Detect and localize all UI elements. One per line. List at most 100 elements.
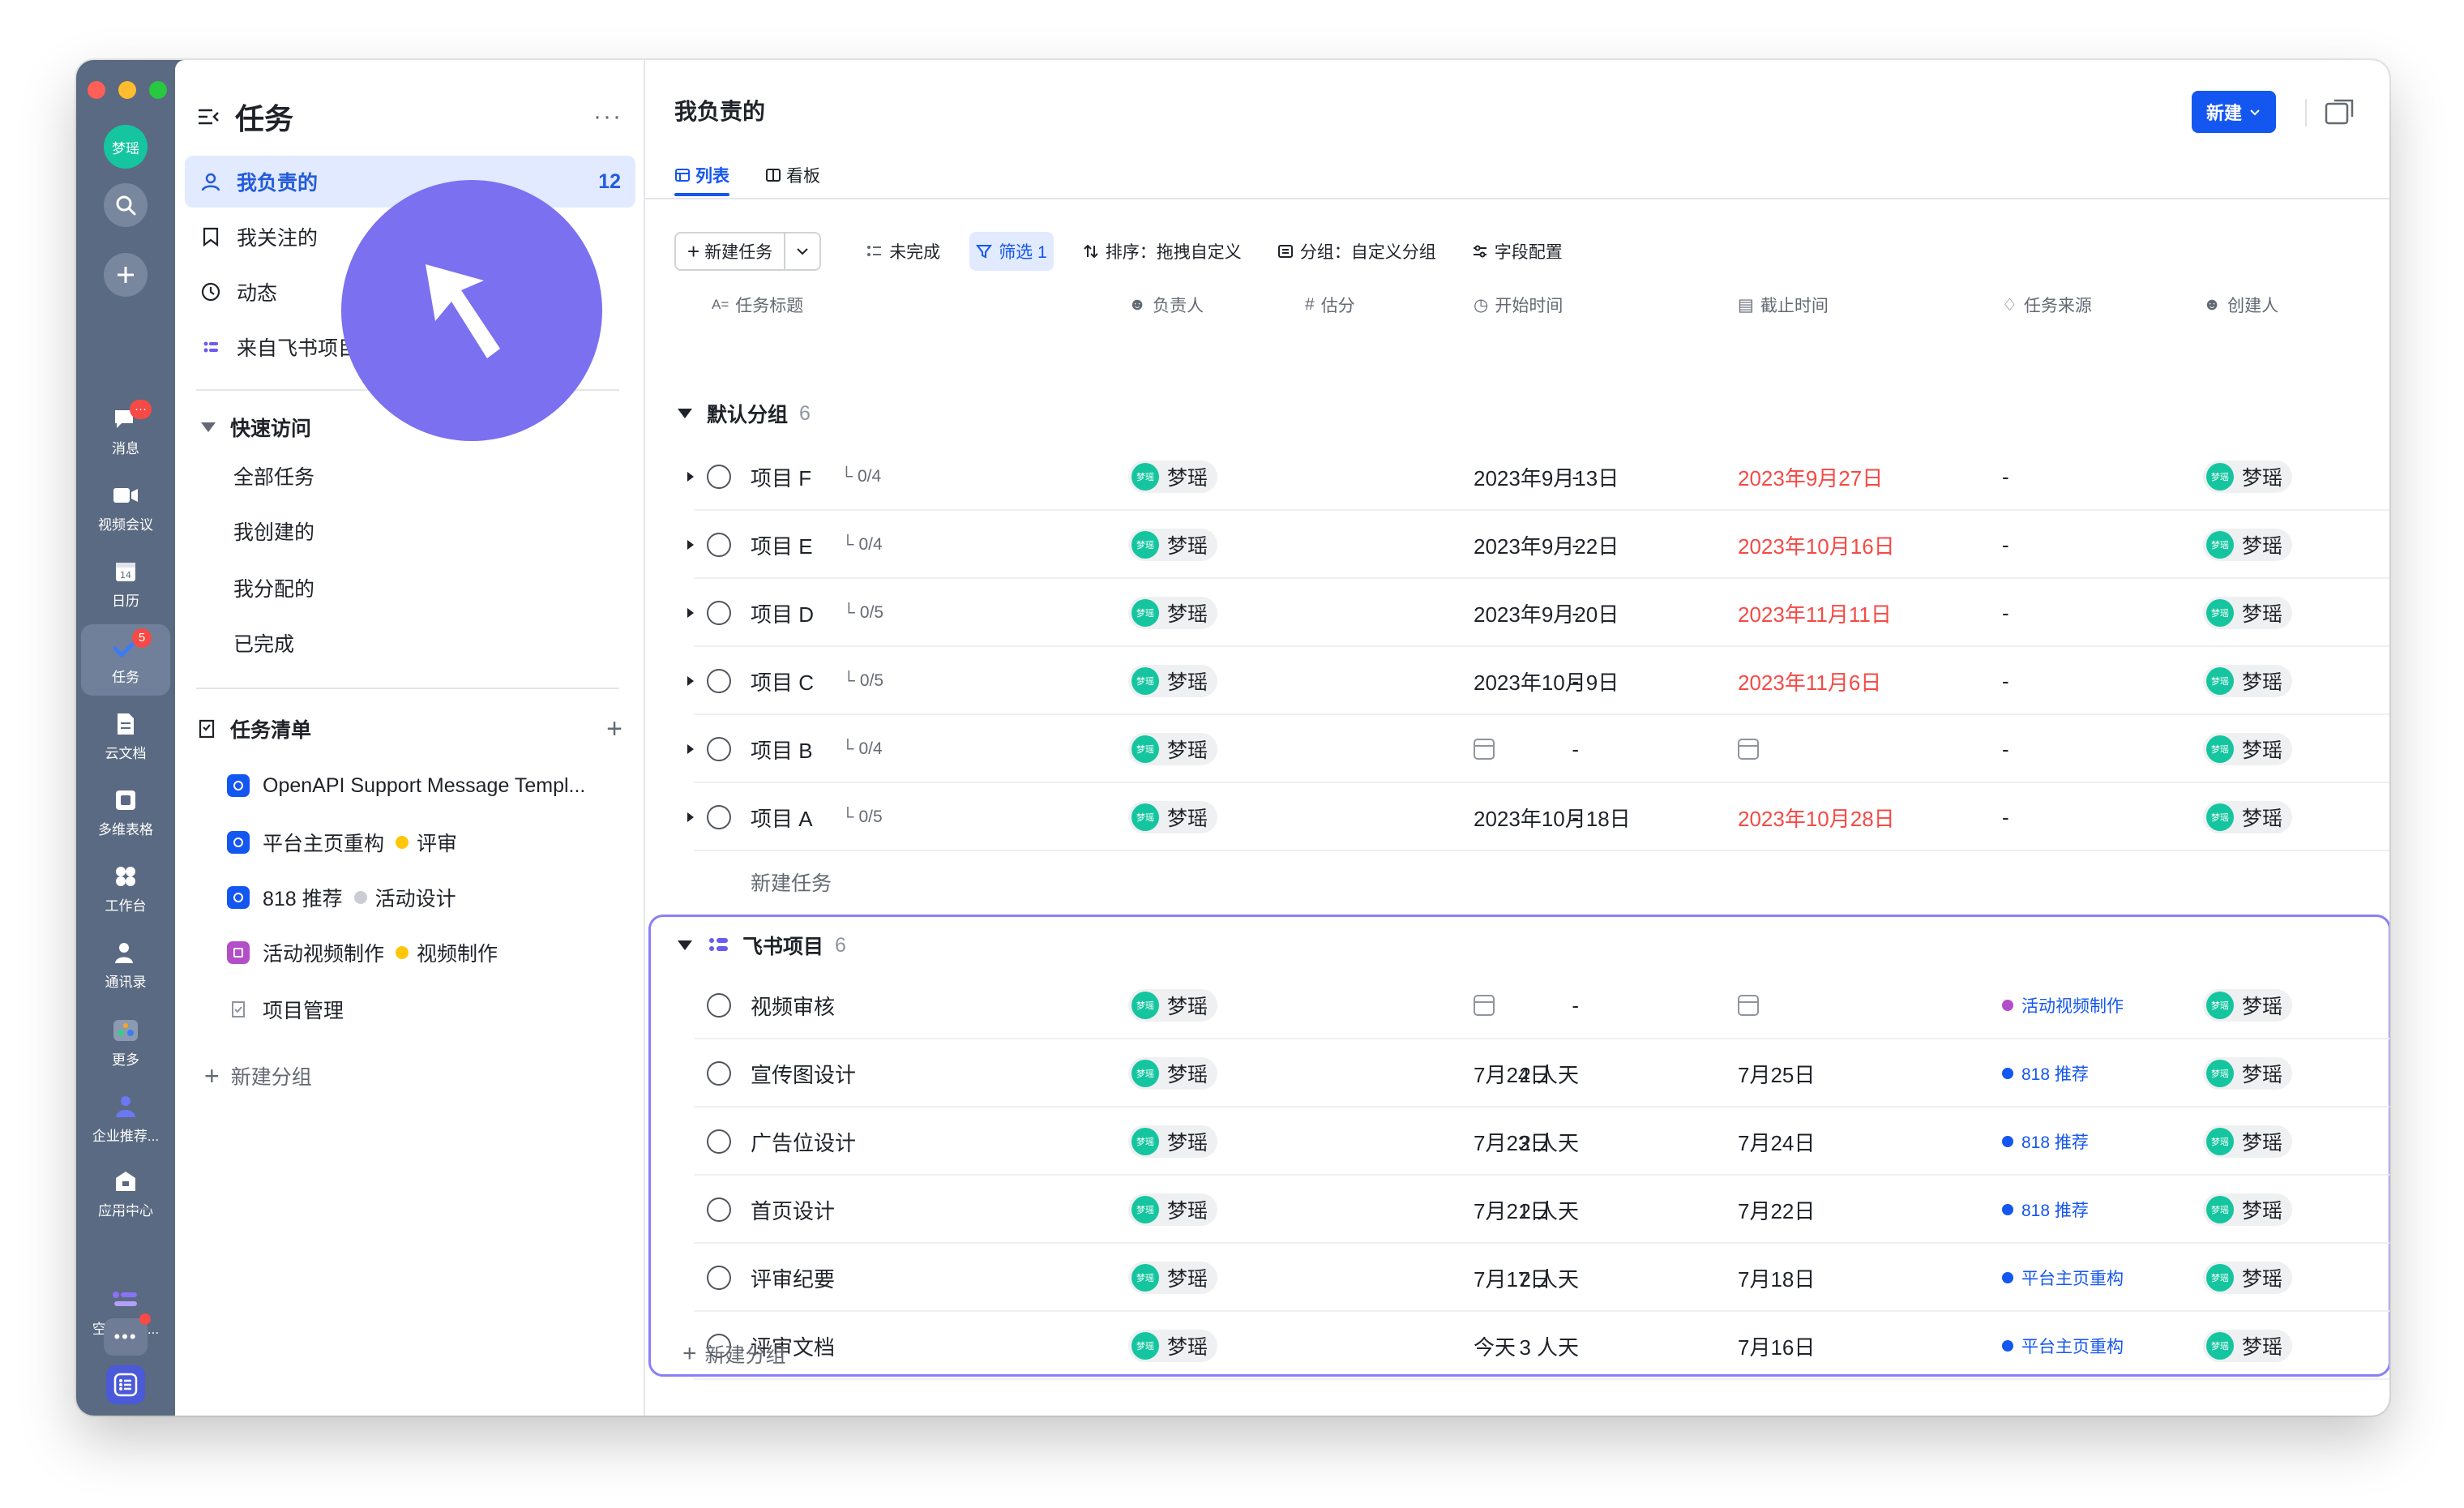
new-task-dropdown[interactable] [784, 233, 819, 269]
assignee-chip[interactable]: 梦瑶 梦瑶 [1128, 733, 1218, 765]
source-cell[interactable]: 活动视频制作 [2002, 971, 2124, 1039]
start-date-cell[interactable]: 2023年9月20日 [1474, 579, 1619, 647]
rail-item[interactable]: 企业推荐... [81, 1083, 170, 1155]
sort-button[interactable]: 排序：拖拽自定义 [1076, 232, 1248, 271]
new-task-button[interactable]: + 新建任务 [676, 233, 784, 269]
assignee-chip[interactable]: 梦瑶 梦瑶 [1128, 1262, 1218, 1294]
column-due[interactable]: ▤ 截止时间 [1738, 289, 1829, 321]
rail-item[interactable]: 工作台 [81, 853, 170, 924]
assignee-chip[interactable]: 梦瑶 梦瑶 [1128, 461, 1218, 493]
complete-checkbox[interactable] [707, 1176, 731, 1244]
due-date-cell[interactable] [1738, 715, 1759, 783]
fields-button[interactable]: 字段配置 [1465, 232, 1569, 271]
assignee-chip[interactable]: 梦瑶 梦瑶 [2203, 733, 2293, 765]
assignee-chip[interactable]: 梦瑶 梦瑶 [2203, 1330, 2293, 1362]
start-date-cell[interactable]: 2023年9月22日 [1474, 511, 1619, 579]
group-header-default[interactable]: 默认分组 6 [678, 391, 811, 436]
start-date-cell[interactable]: 2023年9月13日 [1474, 443, 1619, 511]
complete-checkbox[interactable] [707, 1039, 731, 1107]
new-group-button[interactable]: + 新建分组 [204, 1056, 627, 1096]
assignee-chip[interactable]: 梦瑶 梦瑶 [1128, 1057, 1218, 1090]
rail-item[interactable]: 5 任务 [81, 624, 170, 696]
column-assignee[interactable]: ☻ 负责人 [1128, 289, 1204, 321]
source-cell[interactable]: - [2002, 783, 2009, 851]
column-start[interactable]: ◷ 开始时间 [1474, 289, 1563, 321]
assignee-chip[interactable]: 梦瑶 梦瑶 [2203, 1193, 2293, 1226]
expand-caret[interactable] [687, 647, 694, 715]
assignee-chip[interactable]: 梦瑶 梦瑶 [2203, 1262, 2293, 1294]
start-date-cell[interactable]: 2023年10月18日 [1474, 783, 1631, 851]
task-title[interactable]: 项目 C └ 0/5 [751, 647, 883, 715]
expand-caret[interactable] [687, 579, 694, 647]
task-lists-header[interactable]: 任务清单 + [196, 709, 622, 749]
assignee-chip[interactable]: 梦瑶 梦瑶 [2203, 801, 2293, 833]
task-title[interactable]: 视频审核 [751, 971, 835, 1039]
expand-caret[interactable] [687, 783, 694, 851]
column-title[interactable]: A= 任务标题 [712, 289, 803, 321]
task-list-item[interactable]: OpenAPI Support Message Templ... [227, 765, 627, 806]
assignee-chip[interactable]: 梦瑶 梦瑶 [1128, 989, 1218, 1022]
rail-item[interactable]: 通讯录 [81, 929, 170, 1000]
task-list-item[interactable]: 项目管理 [227, 989, 627, 1030]
start-date-cell[interactable]: 今天 [1474, 1312, 1516, 1380]
source-cell[interactable]: 818 推荐 [2002, 1039, 2089, 1107]
assignee-chip[interactable]: 梦瑶 梦瑶 [1128, 1330, 1218, 1362]
complete-checkbox[interactable] [707, 715, 731, 783]
complete-checkbox[interactable] [707, 443, 731, 511]
source-cell[interactable]: 818 推荐 [2002, 1107, 2089, 1176]
search-button[interactable] [104, 183, 148, 227]
open-in-window-icon[interactable] [2323, 96, 2357, 128]
estimate-cell[interactable]: 3 人天 [1313, 1312, 1579, 1380]
task-title[interactable]: 项目 F └ 0/4 [751, 443, 881, 511]
due-date-cell[interactable]: 7月16日 [1738, 1312, 1815, 1380]
expand-caret[interactable] [687, 443, 694, 511]
tab-kanban[interactable]: 看板 [765, 157, 820, 193]
task-app-button[interactable] [106, 1365, 145, 1404]
source-cell[interactable]: - [2002, 443, 2009, 511]
assignee-chip[interactable]: 梦瑶 梦瑶 [1128, 1193, 1218, 1226]
start-date-cell[interactable] [1474, 971, 1495, 1039]
task-title[interactable]: 首页设计 [751, 1176, 835, 1244]
table-row[interactable]: 项目 D└0/5梦瑶梦瑶-2023年9月20日2023年11月11日-梦瑶梦瑶7 [645, 579, 2389, 647]
due-date-cell[interactable]: 7月22日 [1738, 1176, 1815, 1244]
add-task-row[interactable]: 新建任务 [751, 868, 832, 897]
start-date-cell[interactable] [1474, 715, 1495, 783]
start-date-cell[interactable]: 7月21日 [1474, 1176, 1551, 1244]
start-date-cell[interactable]: 2023年10月9日 [1474, 647, 1619, 715]
task-list-item[interactable]: 818 推荐 活动设计 [227, 877, 627, 918]
add-group-button[interactable]: + 新建分组 [682, 1339, 786, 1369]
source-cell[interactable]: - [2002, 715, 2009, 783]
start-date-cell[interactable]: 7月24日 [1474, 1039, 1551, 1107]
due-date-cell[interactable] [1738, 971, 1759, 1039]
due-date-cell[interactable]: 2023年10月28日 [1738, 783, 1895, 851]
filter-button[interactable]: 筛选 1 [969, 232, 1054, 271]
due-date-cell[interactable]: 7月25日 [1738, 1039, 1815, 1107]
start-date-cell[interactable]: 7月17日 [1474, 1244, 1551, 1312]
tab-list[interactable]: 列表 [674, 157, 729, 196]
rail-item[interactable]: 应用中心 [81, 1158, 170, 1229]
due-date-cell[interactable]: 2023年9月27日 [1738, 443, 1883, 511]
table-row[interactable]: 项目 A └ 0/5 梦瑶 梦瑶 -2023年10月18日 2023年10月28日 - 梦瑶 梦瑶… [645, 783, 2389, 851]
complete-checkbox[interactable] [707, 971, 731, 1039]
assignee-chip[interactable]: 梦瑶 梦瑶 [2203, 1057, 2293, 1090]
task-title[interactable]: 评审纪要 [751, 1244, 835, 1312]
collapse-sidebar-icon[interactable] [196, 105, 220, 129]
task-title[interactable]: 项目 A └ 0/5 [751, 783, 883, 851]
expand-caret[interactable] [687, 511, 694, 579]
table-row[interactable]: 项目 B└0/4梦瑶梦瑶--梦瑶梦瑶7 [645, 715, 2389, 783]
task-title[interactable]: 项目 D └ 0/5 [751, 579, 883, 647]
task-title[interactable]: 项目 B └ 0/4 [751, 715, 883, 783]
incomplete-filter[interactable]: 未完成 [858, 232, 947, 271]
table-row[interactable]: 宣传图设计梦瑶梦瑶2 人天7月24日7月25日818 推荐梦瑶梦瑶今 [645, 1039, 2389, 1107]
start-date-cell[interactable]: 7月23日 [1474, 1107, 1551, 1176]
table-row[interactable]: 首页设计梦瑶梦瑶2 人天7月21日7月22日818 推荐梦瑶梦瑶今 [645, 1176, 2389, 1244]
task-title[interactable]: 广告位设计 [751, 1107, 856, 1176]
rail-item[interactable]: 云文档 [81, 700, 170, 772]
rail-item[interactable]: 14 日历 [81, 548, 170, 619]
group-header-feishu[interactable]: 飞书项目 6 [678, 923, 846, 968]
assignee-chip[interactable]: 梦瑶 梦瑶 [2203, 597, 2293, 629]
estimate-cell[interactable]: - [1360, 715, 1579, 783]
column-creator[interactable]: ☻ 创建人 [2203, 289, 2278, 321]
table-row[interactable]: 项目 F└0/4梦瑶梦瑶-2023年9月13日2023年9月27日-梦瑶梦瑶7 [645, 443, 2389, 511]
task-title[interactable]: 宣传图设计 [751, 1039, 856, 1107]
